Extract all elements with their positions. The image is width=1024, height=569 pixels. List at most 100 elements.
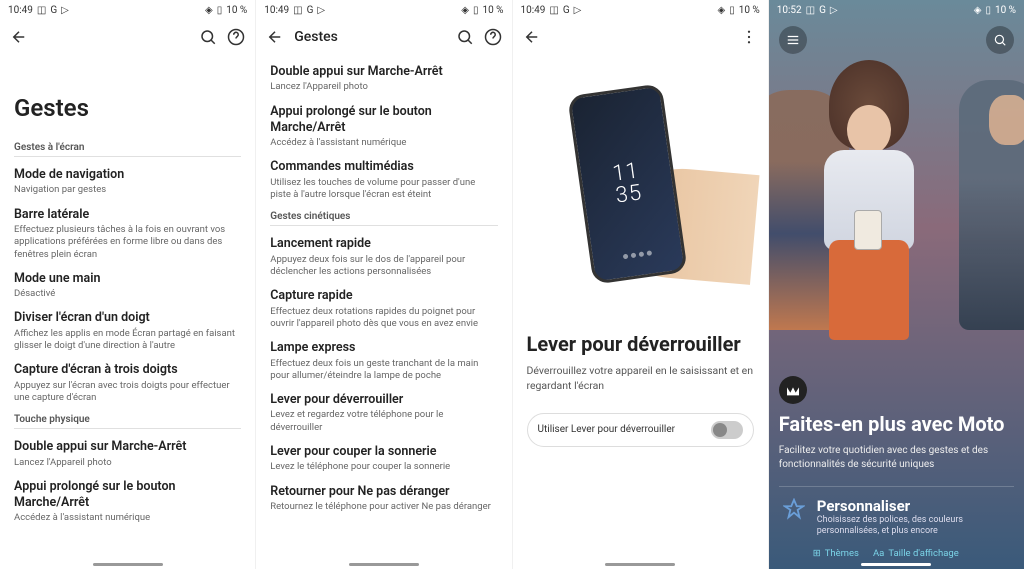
no-sim-icon: ◫: [293, 5, 302, 16]
topbar: [513, 20, 768, 54]
item-desc: Lancez l'Appareil photo: [270, 81, 497, 93]
screen-gestures-main: 10:49 ◫ G ▷ ◈ ▯ 10 % Gestes: [0, 0, 256, 569]
more-icon[interactable]: [740, 28, 758, 46]
wifi-icon: ◈: [461, 5, 469, 16]
item-desc: Navigation par gestes: [14, 184, 241, 196]
status-time: 10:49: [521, 5, 546, 16]
link-display-size[interactable]: Aa Taille d'affichage: [873, 548, 959, 559]
item-long-press-power[interactable]: Appui prolongé sur le bouton Marche/Arrê…: [270, 104, 497, 150]
item-title: Barre latérale: [14, 207, 241, 223]
toggle-label: Utiliser Lever pour déverrouiller: [538, 424, 676, 436]
battery-icon: ▯: [985, 5, 991, 16]
item-title: Lampe express: [270, 340, 497, 356]
item-desc: Désactivé: [14, 288, 241, 300]
back-icon[interactable]: [10, 28, 28, 46]
search-icon[interactable]: [199, 28, 217, 46]
status-time: 10:49: [264, 5, 289, 16]
item-title: Lever pour déverrouiller: [270, 392, 497, 408]
toggle-switch[interactable]: [711, 421, 743, 439]
item-title: Diviser l'écran d'un doigt: [14, 310, 241, 326]
screen-gestures-scrolled: 10:49 ◫ G ▷ ◈ ▯ 10 % Gestes: [256, 0, 512, 569]
screen-moto-app: 10:52 ◫ G ▷ ◈ ▯ 10 %: [769, 0, 1024, 569]
item-quick-launch[interactable]: Lancement rapide Appuyez deux fois sur l…: [270, 236, 497, 278]
wifi-icon: ◈: [974, 5, 982, 16]
nav-hint-bar[interactable]: [349, 563, 419, 566]
item-title: Capture rapide: [270, 288, 497, 304]
phone-minute: 35: [615, 182, 644, 207]
search-icon[interactable]: [456, 28, 474, 46]
item-desc: Lancez l'Appareil photo: [14, 457, 241, 469]
text-size-icon: Aa: [873, 548, 884, 559]
item-title: Appui prolongé sur le bouton Marche/Arrê…: [270, 104, 497, 137]
item-desc: Accédez à l'assistant numérique: [270, 137, 497, 149]
item-split-screen[interactable]: Diviser l'écran d'un doigt Affichez les …: [14, 310, 241, 352]
battery-pct: 10 %: [482, 5, 503, 16]
item-three-finger-screenshot[interactable]: Capture d'écran à trois doigts Appuyez s…: [14, 362, 241, 404]
item-title: Commandes multimédias: [270, 159, 497, 175]
item-title: Appui prolongé sur le bouton Marche/Arrê…: [14, 479, 241, 512]
status-bar: 10:49 ◫ G ▷ ◈ ▯ 10 %: [0, 0, 255, 20]
item-flip-dnd[interactable]: Retourner pour Ne pas déranger Retournez…: [270, 484, 497, 514]
item-title: Double appui sur Marche-Arrêt: [270, 64, 497, 80]
link-label: Taille d'affichage: [888, 548, 958, 559]
hero-illustration: [769, 50, 1024, 350]
google-icon: G: [307, 5, 314, 16]
nav-hint-bar[interactable]: [861, 563, 931, 566]
item-one-hand[interactable]: Mode une main Désactivé: [14, 271, 241, 301]
item-title: Retourner pour Ne pas déranger: [270, 484, 497, 500]
battery-icon: ▯: [729, 5, 735, 16]
topbar: [0, 20, 255, 54]
toggle-lift-unlock[interactable]: Utiliser Lever pour déverrouiller: [527, 413, 754, 447]
feature-desc: Déverrouillez votre appareil en le saisi…: [527, 364, 754, 393]
back-icon[interactable]: [523, 28, 541, 46]
item-lift-silence[interactable]: Lever pour couper la sonnerie Levez le t…: [270, 444, 497, 474]
item-desc: Utilisez les touches de volume pour pass…: [270, 177, 497, 202]
help-icon[interactable]: [227, 28, 245, 46]
item-title: Double appui sur Marche-Arrêt: [14, 439, 241, 455]
wifi-icon: ◈: [205, 5, 213, 16]
topbar: Gestes: [256, 20, 511, 54]
help-icon[interactable]: [484, 28, 502, 46]
link-themes[interactable]: ⊞ Thèmes: [813, 548, 859, 559]
item-desc: Appuyez deux fois sur le dos de l'appare…: [270, 254, 497, 279]
battery-icon: ▯: [217, 5, 223, 16]
item-title: Lever pour couper la sonnerie: [270, 444, 497, 460]
battery-pct: 10 %: [995, 5, 1016, 16]
grid-icon: ⊞: [813, 548, 821, 559]
item-double-tap-power[interactable]: Double appui sur Marche-Arrêt Lancez l'A…: [14, 439, 241, 469]
section-screen-gestures: Gestes à l'écran: [14, 142, 241, 157]
item-double-tap-power[interactable]: Double appui sur Marche-Arrêt Lancez l'A…: [270, 64, 497, 94]
no-sim-icon: ◫: [806, 5, 815, 16]
item-desc: Levez le téléphone pour couper la sonner…: [270, 461, 497, 473]
play-icon: ▷: [317, 5, 325, 16]
item-desc: Affichez les applis en mode Écran partag…: [14, 328, 241, 353]
item-desc: Appuyez sur l'écran avec trois doigts po…: [14, 380, 241, 405]
item-media-controls[interactable]: Commandes multimédias Utilisez les touch…: [270, 159, 497, 201]
item-desc: Retournez le téléphone pour activer Ne p…: [270, 501, 497, 513]
back-icon[interactable]: [266, 28, 284, 46]
nav-hint-bar[interactable]: [605, 563, 675, 566]
item-sidebar[interactable]: Barre latérale Effectuez plusieurs tâche…: [14, 207, 241, 261]
status-time: 10:49: [8, 5, 33, 16]
screen-lift-unlock-detail: 10:49 ◫ G ▷ ◈ ▯ 10 %: [513, 0, 769, 569]
item-desc: Accédez à l'assistant numérique: [14, 512, 241, 524]
item-quick-capture[interactable]: Capture rapide Effectuez deux rotations …: [270, 288, 497, 330]
wifi-icon: ◈: [717, 5, 725, 16]
moto-logo-icon: [779, 376, 807, 404]
header-title: Gestes: [294, 29, 338, 45]
play-icon: ▷: [830, 5, 838, 16]
section-kinetic-gestures: Gestes cinétiques: [270, 211, 497, 226]
item-desc: Effectuez deux rotations rapides du poig…: [270, 306, 497, 331]
item-title: Capture d'écran à trois doigts: [14, 362, 241, 378]
item-long-press-power[interactable]: Appui prolongé sur le bouton Marche/Arrê…: [14, 479, 241, 525]
item-navigation-mode[interactable]: Mode de navigation Navigation par gestes: [14, 167, 241, 197]
status-time: 10:52: [777, 5, 802, 16]
item-lift-unlock[interactable]: Lever pour déverrouiller Levez et regard…: [270, 392, 497, 434]
google-icon: G: [50, 5, 57, 16]
item-flashlight[interactable]: Lampe express Effectuez deux fois un ges…: [270, 340, 497, 382]
nav-hint-bar[interactable]: [93, 563, 163, 566]
play-icon: ▷: [61, 5, 69, 16]
illustration-phone-hand: 11 35: [527, 64, 754, 314]
card-personalize[interactable]: Personnaliser Choisissez des polices, de…: [779, 491, 1014, 544]
status-bar: 10:49 ◫ G ▷ ◈ ▯ 10 %: [256, 0, 511, 20]
